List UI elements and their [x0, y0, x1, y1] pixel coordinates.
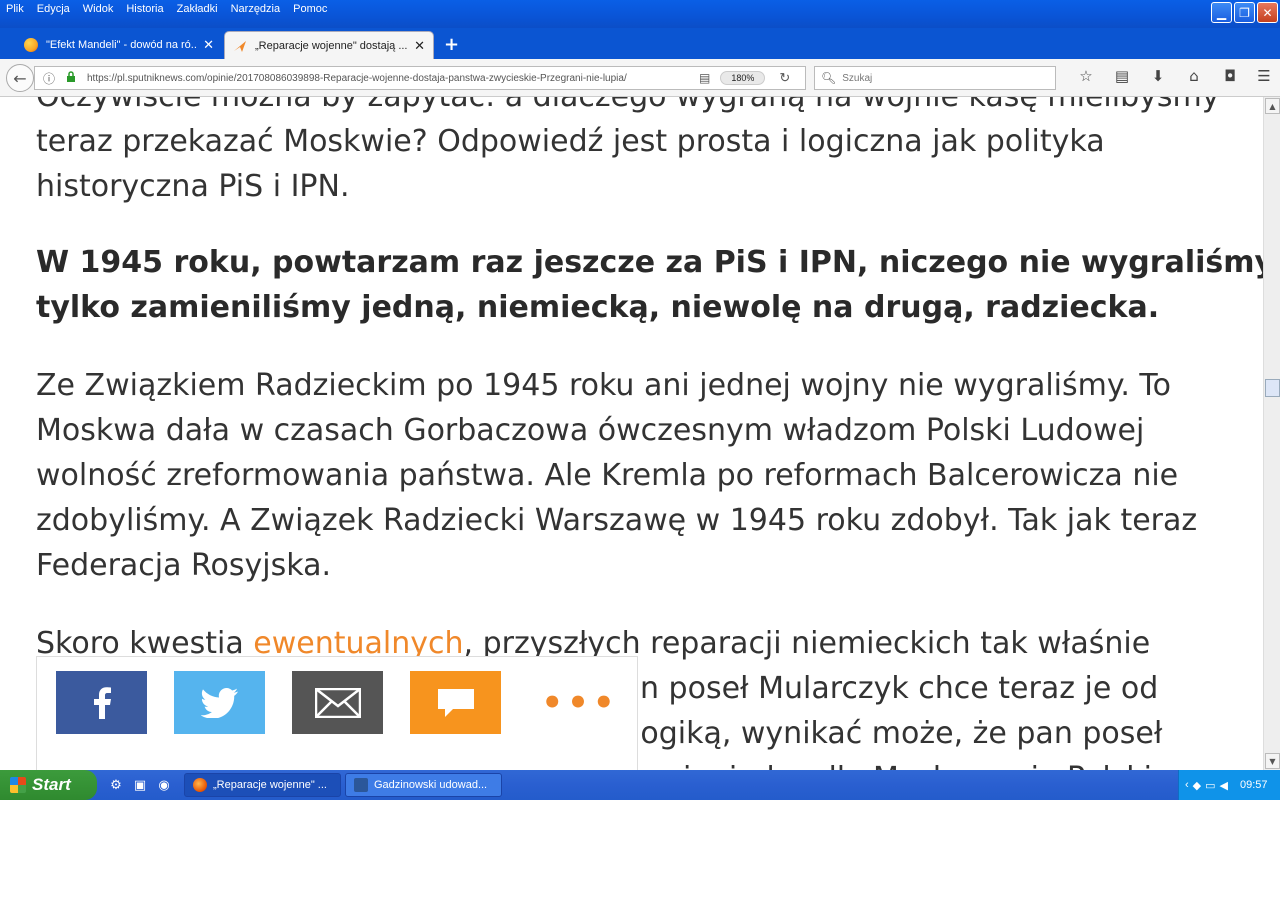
bookmark-star-icon[interactable]: ☆	[1068, 67, 1104, 85]
dropbox-icon[interactable]: ◆	[1193, 779, 1201, 792]
settings-icon[interactable]: ⚙	[108, 777, 124, 793]
windows-taskbar: Start ⚙ ▣ ◉ „Reparacje wojenne" ... Gadz…	[0, 770, 1280, 800]
sputnik-favicon-icon	[233, 39, 247, 53]
menu-file[interactable]: Plik	[6, 3, 24, 15]
window-title-bar: Plik Edycja Widok Historia Zakładki Narz…	[0, 0, 1280, 28]
start-label: Start	[32, 775, 71, 794]
vertical-scrollbar[interactable]: ▲ ▼	[1263, 97, 1280, 770]
tab-strip: "Efekt Mandeli" - dowód na ró... ✕ „Repa…	[0, 28, 1280, 59]
minimize-button[interactable]: ▁	[1211, 2, 1232, 23]
tab-title: „Reparacje wojenne" dostają ...	[255, 39, 408, 52]
document-icon[interactable]: ▣	[132, 777, 148, 793]
close-icon: ✕	[1262, 5, 1273, 20]
menu-edit[interactable]: Edycja	[37, 3, 70, 15]
reload-icon[interactable]: ↻	[779, 70, 790, 86]
pocket-icon[interactable]: ◘	[1212, 67, 1248, 85]
tab-close-icon[interactable]: ✕	[414, 38, 425, 54]
email-share-button[interactable]	[292, 671, 383, 734]
text-line: historyczna PiS i IPN.	[36, 169, 350, 204]
tab-title: "Efekt Mandeli" - dowód na ró...	[46, 39, 198, 51]
search-icon: 🔍︎	[821, 71, 837, 85]
taskbar-item-word[interactable]: Gadzinowski udowad...	[345, 773, 502, 797]
address-bar[interactable]: ⓘ https://pl.sputniknews.com/opinie/2017…	[34, 66, 806, 90]
text-line: Oczywiście można by zapytać: a dlaczego …	[36, 97, 1219, 114]
favicon-icon	[24, 38, 38, 52]
scrollbar-thumb[interactable]	[1265, 379, 1280, 397]
quick-launch: ⚙ ▣ ◉	[108, 777, 172, 793]
facebook-icon	[93, 686, 111, 719]
article-paragraph: Ze Związkiem Radzieckim po 1945 roku ani…	[36, 363, 1236, 588]
menu-bar: Plik Edycja Widok Historia Zakładki Narz…	[6, 3, 340, 15]
restore-icon: ❐	[1239, 5, 1250, 20]
comment-button[interactable]	[410, 671, 501, 734]
chrome-icon[interactable]: ◉	[156, 777, 172, 793]
text-line: teraz przekazać Moskwie? Odpowiedź jest …	[36, 124, 1105, 159]
taskbar-item-label: „Reparacje wojenne" ...	[213, 779, 327, 791]
tray-expand-icon[interactable]: ‹	[1185, 779, 1189, 791]
tab-close-icon[interactable]: ✕	[203, 37, 214, 53]
taskbar-item-firefox[interactable]: „Reparacje wojenne" ...	[184, 773, 341, 797]
text-line: Moskwa dała w czasach Gorbaczowa ówczesn…	[36, 413, 1145, 448]
mail-icon	[314, 687, 361, 718]
text-line: logiką, wynikać może, że pan poseł	[632, 716, 1163, 751]
downloads-icon[interactable]: ⬇	[1140, 67, 1176, 85]
text-line: n poseł Mularczyk chce teraz je od	[640, 671, 1159, 706]
windows-logo-icon	[10, 777, 26, 793]
twitter-icon	[200, 687, 238, 718]
menu-help[interactable]: Pomoc	[293, 3, 327, 15]
blank-area	[0, 800, 1280, 919]
menu-view[interactable]: Widok	[83, 3, 114, 15]
menu-history[interactable]: Historia	[126, 3, 163, 15]
text-line: pieniędzy dla Moskwy, nie Polski	[664, 761, 1152, 770]
search-placeholder: Szukaj	[842, 72, 873, 84]
facebook-share-button[interactable]	[56, 671, 147, 734]
reader-view-icon[interactable]: ▤	[699, 71, 710, 85]
menu-hamburger-icon[interactable]: ☰	[1248, 67, 1280, 85]
clock: 09:57	[1240, 779, 1268, 791]
share-bar: •••	[36, 656, 638, 770]
article-paragraph: Oczywiście można by zapytać: a dlaczego …	[36, 97, 1236, 209]
firefox-icon	[193, 778, 207, 792]
scroll-down-arrow-icon[interactable]: ▼	[1265, 753, 1280, 769]
system-tray: ‹ ◆ ▭ ◀ 09:57	[1178, 770, 1280, 800]
minimize-icon: ▁	[1216, 5, 1227, 20]
volume-icon[interactable]: ◀	[1220, 779, 1228, 792]
page-content: Oczywiście można by zapytać: a dlaczego …	[0, 97, 1263, 770]
url-text[interactable]: https://pl.sputniknews.com/opinie/201708…	[87, 73, 677, 84]
more-share-options-button[interactable]: •••	[541, 671, 615, 734]
zoom-level-badge[interactable]: 180%	[720, 71, 766, 85]
text-line: zdobyliśmy. A Związek Radziecki Warszawę…	[36, 503, 1198, 538]
search-input[interactable]: 🔍︎ Szukaj	[814, 66, 1056, 90]
menu-tools[interactable]: Narzędzia	[231, 3, 281, 15]
scroll-up-arrow-icon[interactable]: ▲	[1265, 98, 1280, 114]
article-bold-paragraph: W 1945 roku, powtarzam raz jeszcze za Pi…	[36, 240, 1263, 330]
new-tab-button[interactable]: +	[444, 34, 459, 55]
back-button[interactable]: ←	[6, 64, 34, 92]
comment-icon	[437, 688, 474, 717]
bookmarks-library-icon[interactable]: ▤	[1104, 67, 1140, 85]
tab-reparacje[interactable]: „Reparacje wojenne" dostają ... ✕	[224, 31, 434, 59]
close-window-button[interactable]: ✕	[1257, 2, 1278, 23]
text-line: Ze Związkiem Radzieckim po 1945 roku ani…	[36, 368, 1172, 403]
menu-bookmarks[interactable]: Zakładki	[177, 3, 218, 15]
text-line: W 1945 roku, powtarzam raz jeszcze za Pi…	[36, 245, 1263, 280]
twitter-share-button[interactable]	[174, 671, 265, 734]
text-line: tylko zamieniliśmy jedną, niemiecką, nie…	[36, 290, 1160, 325]
back-arrow-icon: ←	[13, 68, 27, 88]
word-icon	[354, 778, 368, 792]
tab-efekt-mandeli[interactable]: "Efekt Mandeli" - dowód na ró... ✕	[16, 31, 222, 59]
info-icon[interactable]: ⓘ	[41, 70, 57, 87]
display-icon[interactable]: ▭	[1205, 779, 1215, 792]
text-line: Federacja Rosyjska.	[36, 548, 332, 583]
restore-button[interactable]: ❐	[1234, 2, 1255, 23]
taskbar-item-label: Gadzinowski udowad...	[374, 779, 488, 791]
lock-icon[interactable]	[63, 71, 79, 85]
navigation-toolbar: ← ⓘ https://pl.sputniknews.com/opinie/20…	[0, 59, 1280, 97]
home-icon[interactable]: ⌂	[1176, 67, 1212, 85]
start-button[interactable]: Start	[0, 770, 97, 800]
text-line: wolność zreformowania państwa. Ale Kreml…	[36, 458, 1179, 493]
